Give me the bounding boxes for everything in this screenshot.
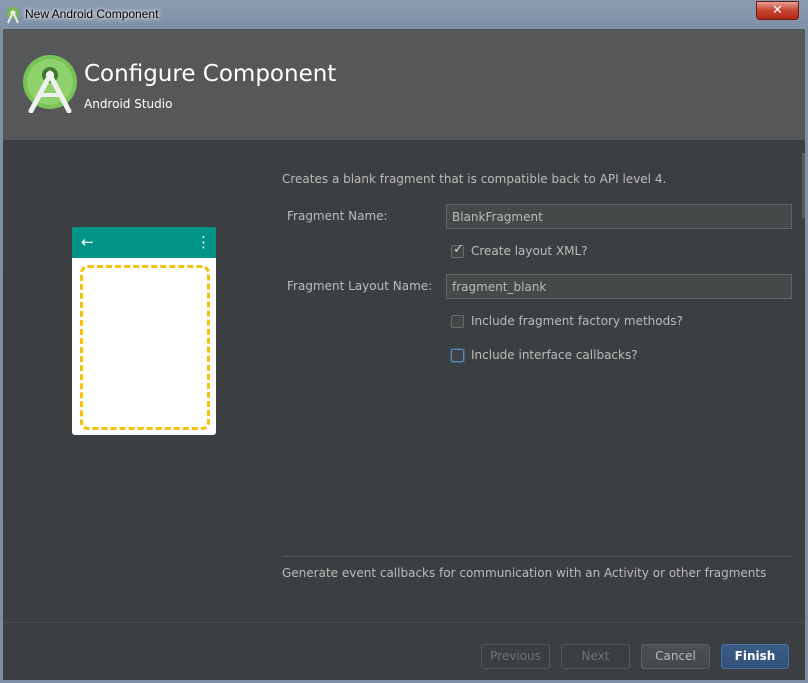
next-button[interactable]: Next — [561, 644, 630, 669]
fragment-name-label: Fragment Name: — [287, 209, 388, 223]
android-studio-logo — [23, 55, 77, 113]
fragment-name-field[interactable] — [446, 204, 792, 229]
help-divider — [282, 556, 792, 557]
help-text: Generate event callbacks for communicati… — [282, 566, 767, 580]
include-factory-methods-checkbox[interactable] — [451, 315, 464, 328]
create-layout-xml-checkbox[interactable]: ✓ — [451, 242, 464, 258]
template-description: Creates a blank fragment that is compati… — [282, 172, 667, 186]
include-interface-callbacks-label: Include interface callbacks? — [471, 348, 638, 362]
cancel-button[interactable]: Cancel — [641, 644, 710, 669]
arrow-back-icon: ← — [81, 233, 94, 251]
overflow-menu-icon: ⋮ — [196, 233, 211, 251]
checkmark-icon: ✓ — [453, 242, 464, 257]
close-icon: ✕ — [772, 3, 783, 18]
fragment-layout-name-field[interactable] — [446, 274, 792, 299]
fragment-layout-name-label: Fragment Layout Name: — [287, 279, 433, 293]
dialog-content: Configure Component Android Studio ← ⋮ C… — [3, 29, 805, 680]
fragment-preview: ← ⋮ — [72, 227, 216, 435]
include-factory-methods-label: Include fragment factory methods? — [471, 314, 683, 328]
android-studio-app-icon — [7, 7, 19, 24]
previous-button[interactable]: Previous — [481, 644, 550, 669]
window-title: New Android Component — [25, 7, 159, 21]
close-button[interactable]: ✕ — [756, 1, 799, 20]
page-subtitle: Android Studio — [84, 97, 173, 111]
create-layout-xml-label: Create layout XML? — [471, 244, 588, 258]
scrollbar[interactable] — [802, 153, 805, 218]
page-title: Configure Component — [84, 61, 337, 87]
preview-app-bar: ← ⋮ — [72, 227, 216, 258]
wizard-header: Configure Component Android Studio — [3, 29, 805, 140]
dialog-window: New Android Component ✕ Configure Compon… — [0, 0, 808, 683]
footer-divider — [3, 622, 805, 623]
fragment-name-input[interactable] — [447, 205, 791, 228]
include-interface-callbacks-checkbox[interactable] — [451, 349, 464, 362]
title-bar[interactable]: New Android Component ✕ — [0, 0, 808, 30]
fragment-placeholder — [80, 265, 210, 430]
finish-button[interactable]: Finish — [721, 644, 789, 669]
fragment-layout-name-input[interactable] — [447, 275, 791, 298]
